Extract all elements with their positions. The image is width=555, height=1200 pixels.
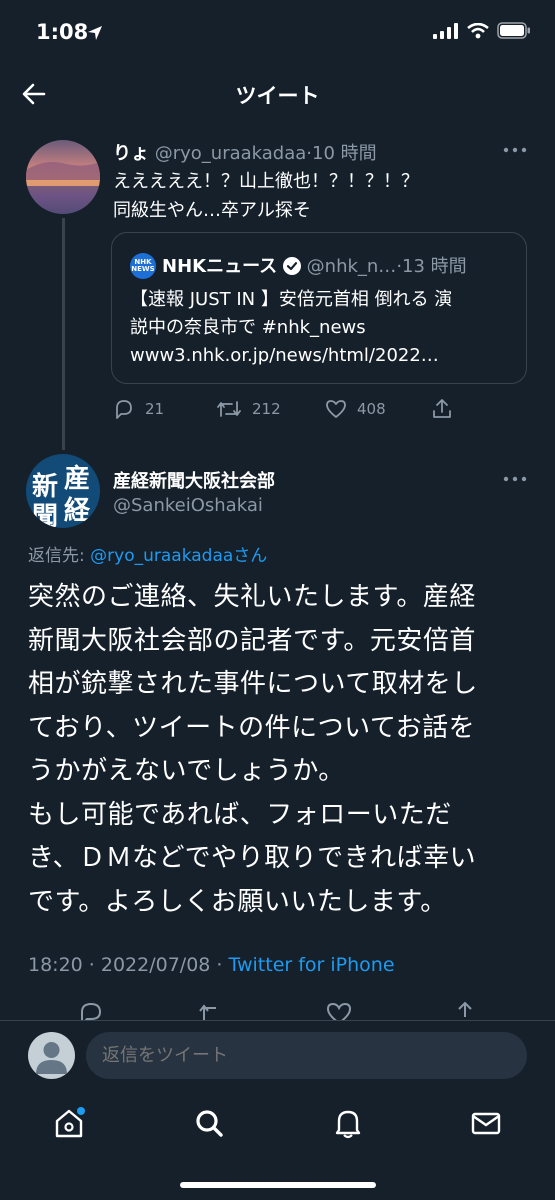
tweet-body-line: 突然のご連絡、失礼いたします。産経	[28, 582, 476, 612]
tweet-meta: 18:20 · 2022/07/08 · Twitter for iPhone	[28, 954, 395, 976]
tweet-body-line: ており、ツイートの件についてお話を	[28, 712, 476, 743]
verified-badge-icon	[282, 257, 301, 275]
nhk-logo: NHK NEWS	[130, 253, 156, 279]
home-indicator	[180, 1182, 376, 1188]
handle[interactable]: @ryo_uraakadaa	[155, 143, 307, 164]
home-icon[interactable]	[52, 1106, 86, 1140]
quoted-time: ·13 時間	[396, 256, 467, 277]
reply-composer	[0, 1020, 555, 1094]
default-avatar-icon	[36, 1042, 67, 1074]
retweet-action[interactable]: 212	[216, 398, 281, 420]
quoted-tweet-header: NHKニュース @nhk_n…·13 時間	[162, 252, 467, 278]
quoted-text-line: 説中の奈良市で #nhk_news	[130, 317, 366, 338]
more-options-icon[interactable]	[503, 147, 527, 153]
quoted-text-line: 【速報 JUST IN 】安倍元首相 倒れる 演	[130, 289, 453, 310]
messages-envelope-icon[interactable]	[469, 1106, 503, 1140]
status-time: 1:08	[36, 20, 89, 44]
tweet-text: えええええ！？山上徹也！？！？！？ 同級生やん…卒アル探そ	[113, 167, 419, 225]
tweet-header: りょ @ryo_uraakadaa·10 時間	[113, 139, 377, 165]
tweet-text-line: 同級生やん…卒アル探そ	[113, 200, 311, 221]
replying-to: 返信先: @ryo_uraakadaaさん	[28, 541, 267, 566]
my-avatar[interactable]	[28, 1032, 75, 1079]
reply-prefix: 返信先:	[28, 546, 91, 566]
tweet-timestamp: 18:20 · 2022/07/08 ·	[28, 954, 229, 976]
notifications-bell-icon[interactable]	[331, 1106, 365, 1140]
page-title: ツイート	[235, 84, 320, 108]
reply-target-link[interactable]: @ryo_uraakadaa	[90, 546, 233, 566]
reply-action[interactable]: 21	[113, 398, 164, 420]
quoted-tweet-card[interactable]: NHK NEWS NHKニュース @nhk_n…·13 時間 【速報 JUST …	[111, 232, 527, 384]
cellular-signal-icon	[433, 22, 458, 39]
retweet-icon	[217, 401, 241, 417]
reply-input[interactable]	[86, 1032, 527, 1079]
handle[interactable]: @SankeiOshakai	[113, 495, 263, 516]
battery-icon	[497, 22, 530, 39]
heart-icon	[326, 400, 346, 418]
tweet-actions: 21 212 408	[113, 396, 473, 426]
back-arrow-icon[interactable]	[20, 80, 48, 108]
status-indicators	[433, 22, 531, 39]
wifi-icon	[467, 22, 489, 38]
quoted-text-line: www3.nhk.or.jp/news/html/2022…	[130, 345, 439, 366]
quoted-tweet-text: 【速報 JUST IN 】安倍元首相 倒れる 演 説中の奈良市で #nhk_ne…	[130, 286, 520, 370]
avatar-character: 聞	[32, 502, 59, 528]
display-name[interactable]: 産経新聞大阪社会部	[113, 467, 275, 493]
tweet-body-line: です。よろしくお願いいたします。	[28, 886, 447, 917]
tweet-body-line: 新聞大阪社会部の記者です。元安倍首	[28, 625, 476, 656]
tweet-body-line: き、ＤＭなどでやり取りできれば幸い	[28, 843, 477, 873]
tweet-actions-main	[0, 998, 555, 1020]
reply-count: 21	[145, 400, 165, 418]
avatar[interactable]	[26, 140, 100, 214]
client-link[interactable]: Twitter for iPhone	[229, 954, 395, 976]
avatar-character: 経	[64, 496, 91, 526]
search-icon[interactable]	[192, 1106, 226, 1140]
tweet-body-line: もし可能であれば、フォローいただ	[28, 799, 452, 830]
reply-icon[interactable]	[78, 1000, 104, 1020]
display-name[interactable]: りょ	[113, 143, 149, 164]
tweet-body-line: うかがえないでしょうか。	[28, 756, 345, 786]
tweet-time: ·10 時間	[306, 143, 377, 164]
retweet-count: 212	[252, 400, 281, 418]
heart-icon[interactable]	[326, 1001, 352, 1020]
reply-icon	[116, 400, 132, 419]
tweet-body-line: 相が銃撃された事件について取材をし	[28, 669, 478, 699]
reply-suffix: さん	[233, 546, 268, 566]
share-action[interactable]	[431, 398, 453, 420]
quoted-handle: @nhk_n…	[306, 256, 397, 277]
avatar-sunset-image	[26, 162, 100, 214]
quoted-display-name: NHKニュース	[162, 256, 278, 277]
more-options-icon[interactable]	[503, 476, 527, 482]
like-action[interactable]: 408	[325, 398, 386, 420]
retweet-icon[interactable]	[198, 1001, 226, 1020]
avatar[interactable]: 産 経 新 聞	[26, 454, 100, 528]
share-icon[interactable]	[452, 1001, 478, 1020]
location-arrow-icon	[88, 26, 102, 40]
tweet-text-line: えええええ！？山上徹也！？！？！？	[113, 171, 419, 192]
like-count: 408	[357, 400, 386, 418]
thread-line	[62, 218, 65, 450]
tweet-body: 突然のご連絡、失礼いたします。産経 新聞大阪社会部の記者です。元安倍首 相が銃撃…	[28, 576, 528, 924]
share-icon	[433, 399, 451, 418]
